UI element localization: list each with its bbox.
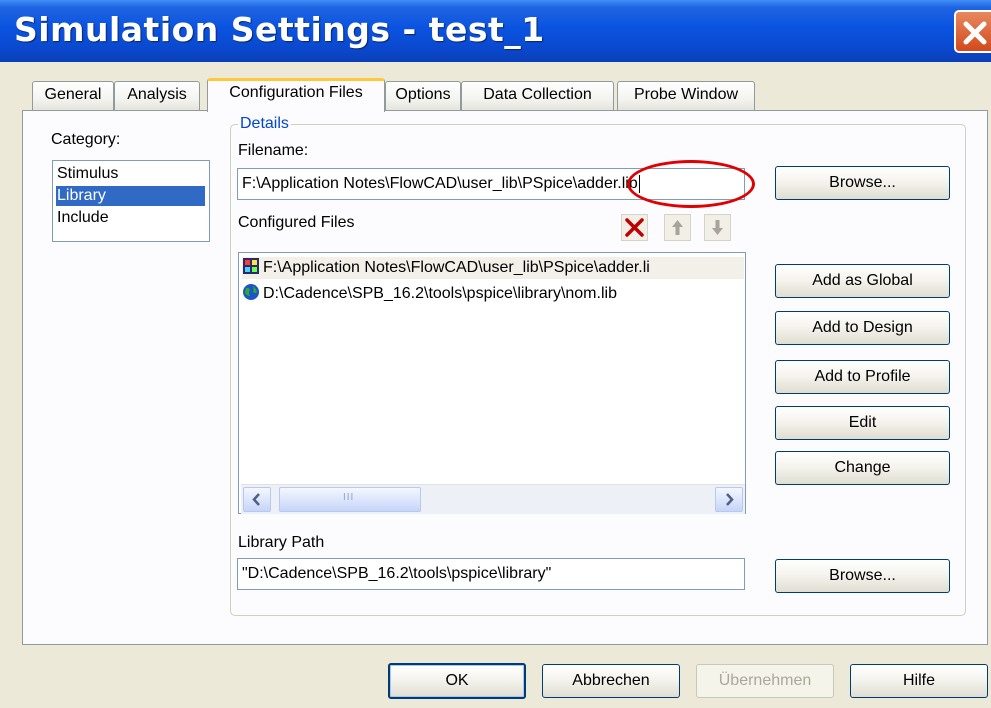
add-to-profile-label: Add to Profile [814,368,911,385]
horizontal-scrollbar[interactable]: III [241,484,745,514]
chevron-right-icon [726,493,734,506]
add-as-global-button[interactable]: Add as Global [775,264,950,298]
highlight-annotation [627,160,755,208]
move-up-button[interactable] [664,214,691,241]
globe-icon [243,284,259,300]
chevron-left-icon [252,493,260,506]
file-path: D:\Cadence\SPB_16.2\tools\pspice\library… [263,285,617,302]
cancel-button[interactable]: Abbrechen [542,664,680,698]
filename-label: Filename: [238,142,309,159]
category-item-library[interactable]: Library [56,186,205,206]
design-file-icon [243,258,259,274]
scroll-thumb-grip: III [343,492,355,503]
window-title: Simulation Settings - test_1 [14,10,545,49]
change-button[interactable]: Change [775,451,950,485]
add-to-profile-button[interactable]: Add to Profile [775,360,950,394]
arrow-up-icon [672,220,683,235]
library-path-input[interactable]: "D:\Cadence\SPB_16.2\tools\pspice\librar… [237,558,745,590]
browse-filename-button[interactable]: Browse... [775,166,950,200]
tab-general[interactable]: General [32,81,114,111]
scroll-right-button[interactable] [715,487,743,512]
browse-library-path-button[interactable]: Browse... [775,559,950,593]
delete-icon [625,218,644,237]
close-icon [963,21,987,45]
scroll-left-button[interactable] [243,487,271,512]
change-label: Change [834,459,891,476]
add-to-design-button[interactable]: Add to Design [775,311,950,345]
ok-button[interactable]: OK [388,663,526,699]
delete-file-button[interactable] [621,214,648,241]
add-to-design-label: Add to Design [812,319,913,336]
file-path: F:\Application Notes\FlowCAD\user_lib\PS… [263,259,650,276]
library-path-label: Library Path [238,534,325,551]
library-path-value: "D:\Cadence\SPB_16.2\tools\pspice\librar… [242,565,552,582]
details-legend: Details [238,115,291,133]
simulation-settings-dialog: Simulation Settings - test_1 General Ana… [0,0,991,708]
title-bar[interactable]: Simulation Settings - test_1 [0,0,991,62]
tab-strip: General Analysis Configuration Files Opt… [27,78,967,112]
tab-analysis[interactable]: Analysis [114,81,200,111]
edit-button[interactable]: Edit [775,406,950,440]
tab-probe-window[interactable]: Probe Window [617,81,755,111]
move-down-button[interactable] [704,214,731,241]
filename-value: F:\Application Notes\FlowCAD\user_lib\PS… [242,175,638,192]
scroll-thumb[interactable]: III [279,487,421,512]
help-button[interactable]: Hilfe [850,664,988,698]
category-item-stimulus[interactable]: Stimulus [56,164,205,184]
apply-button[interactable]: Übernehmen [696,664,834,698]
edit-label: Edit [848,414,877,431]
add-as-global-label: Add as Global [812,272,913,289]
tab-configuration-files[interactable]: Configuration Files [207,78,385,112]
close-button[interactable] [954,10,991,53]
category-label: Category: [51,131,121,148]
configured-files-label: Configured Files [238,214,355,231]
arrow-down-icon [712,220,723,235]
category-item-include[interactable]: Include [56,208,205,228]
list-item[interactable]: D:\Cadence\SPB_16.2\tools\pspice\library… [242,283,617,305]
category-list[interactable]: Stimulus Library Include [52,160,210,242]
list-item[interactable]: F:\Application Notes\FlowCAD\user_lib\PS… [242,257,744,279]
tab-options[interactable]: Options [385,81,461,111]
tab-data-collection[interactable]: Data Collection [461,81,614,111]
